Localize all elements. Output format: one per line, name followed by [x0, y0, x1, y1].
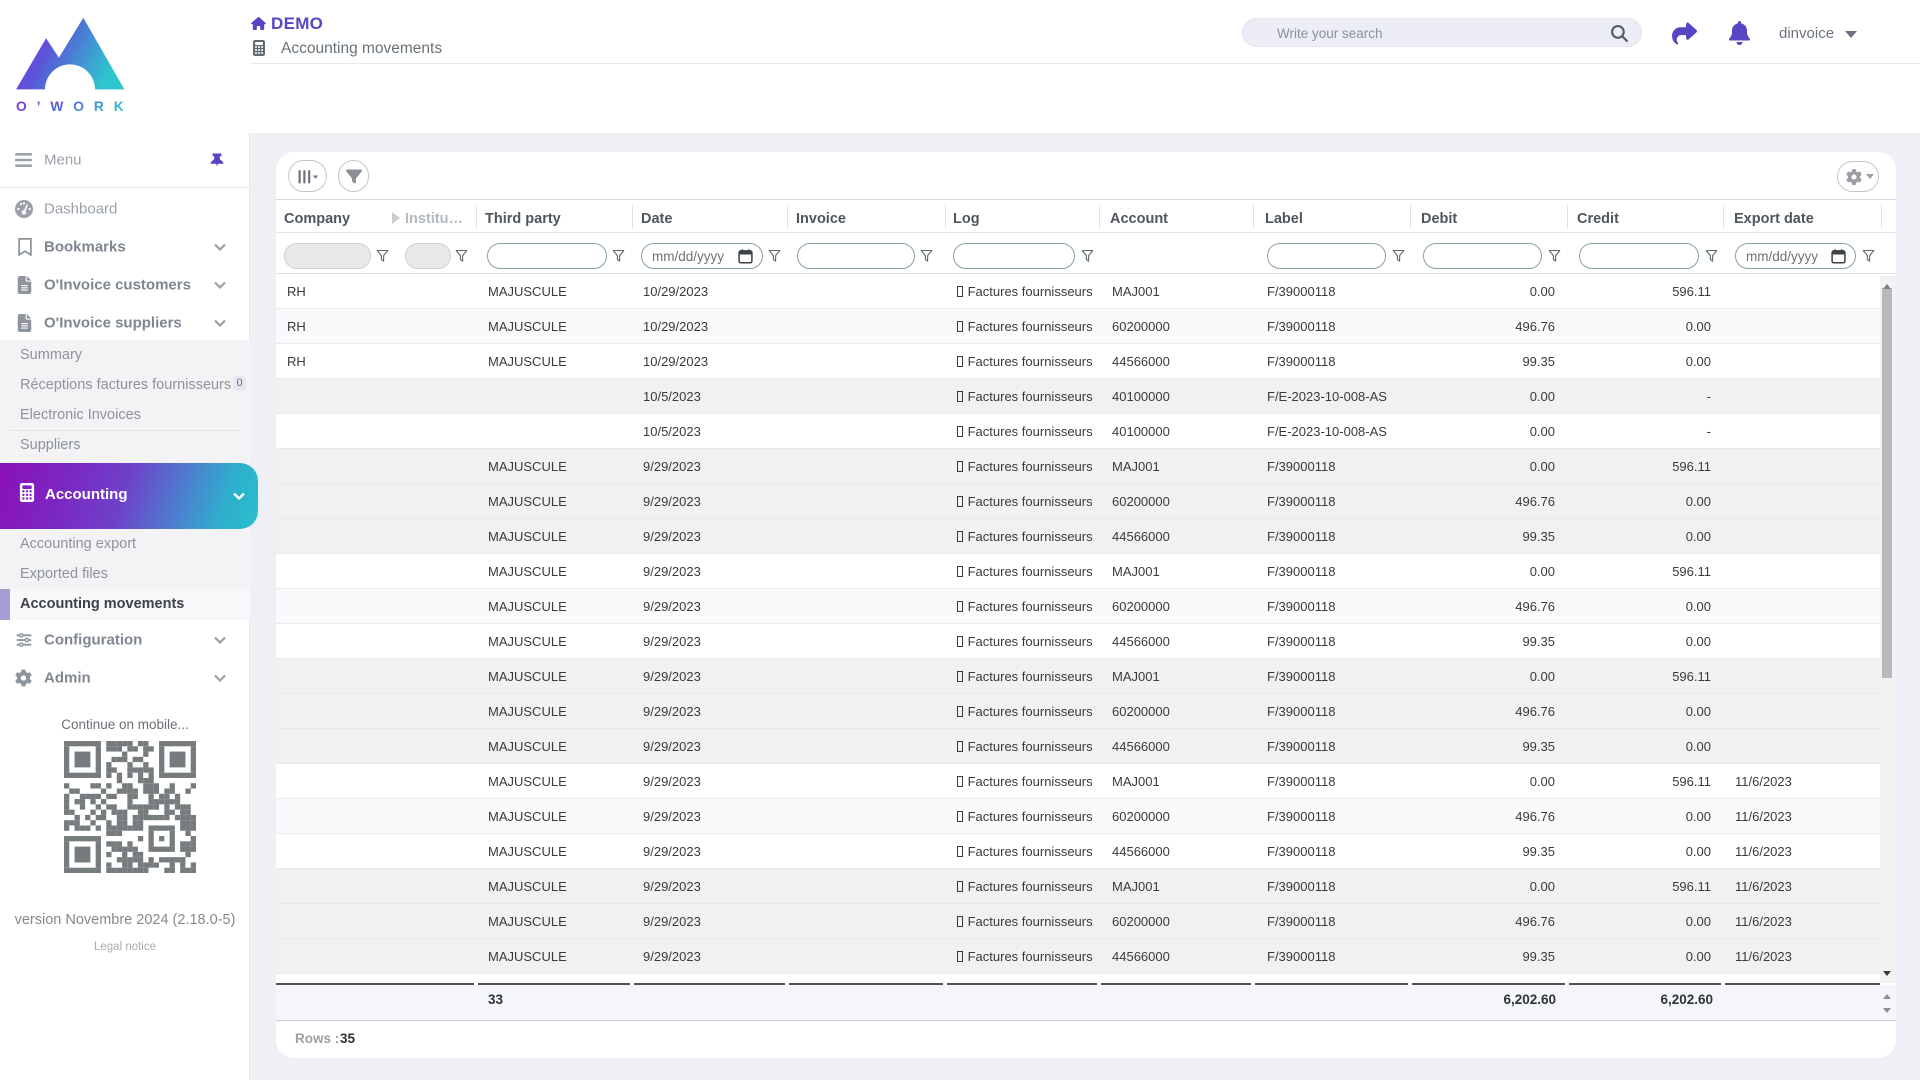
svg-text:O’WORK: O’WORK	[16, 99, 129, 114]
